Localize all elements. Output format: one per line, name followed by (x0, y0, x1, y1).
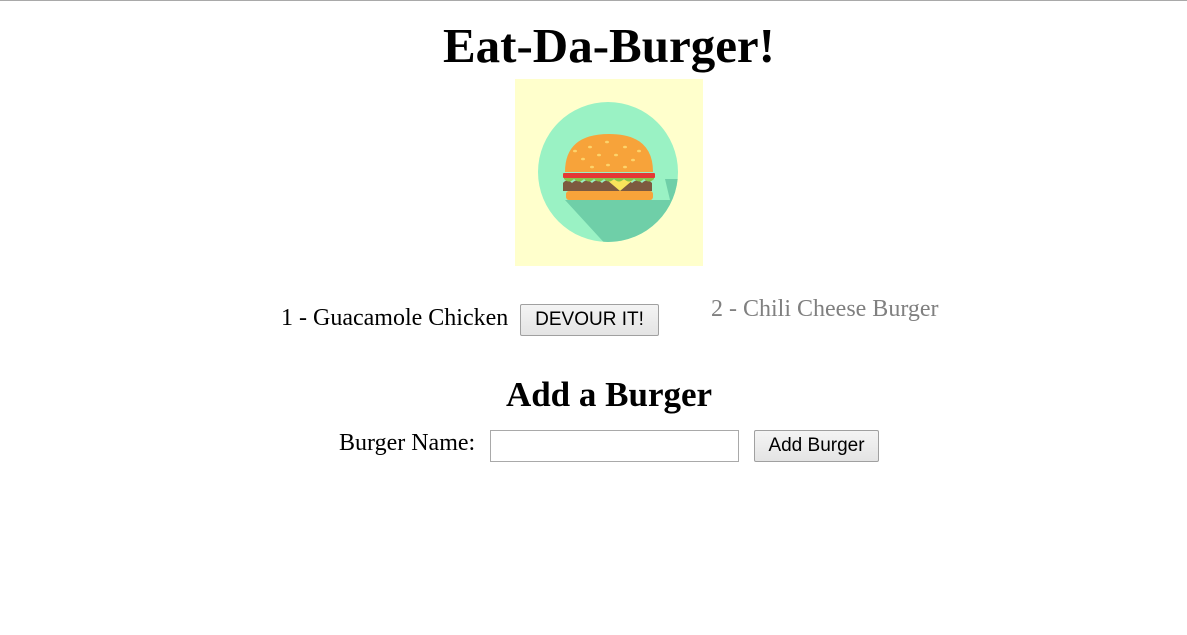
add-burger-title: Add a Burger (505, 375, 713, 414)
burger-logo (515, 79, 703, 266)
burger-name-input[interactable] (490, 430, 739, 462)
burger-item-uneaten: 1 - Guacamole Chicken (281, 305, 509, 331)
hamburger-icon (538, 102, 678, 242)
add-burger-button[interactable]: Add Burger (754, 430, 879, 462)
devour-button[interactable]: DEVOUR IT! (520, 304, 659, 336)
burger-name-label: Burger Name: (339, 430, 476, 456)
top-border (0, 0, 1187, 1)
page-title: Eat-Da-Burger! (442, 18, 776, 73)
burger-item-devoured: 2 - Chili Cheese Burger (711, 296, 939, 322)
